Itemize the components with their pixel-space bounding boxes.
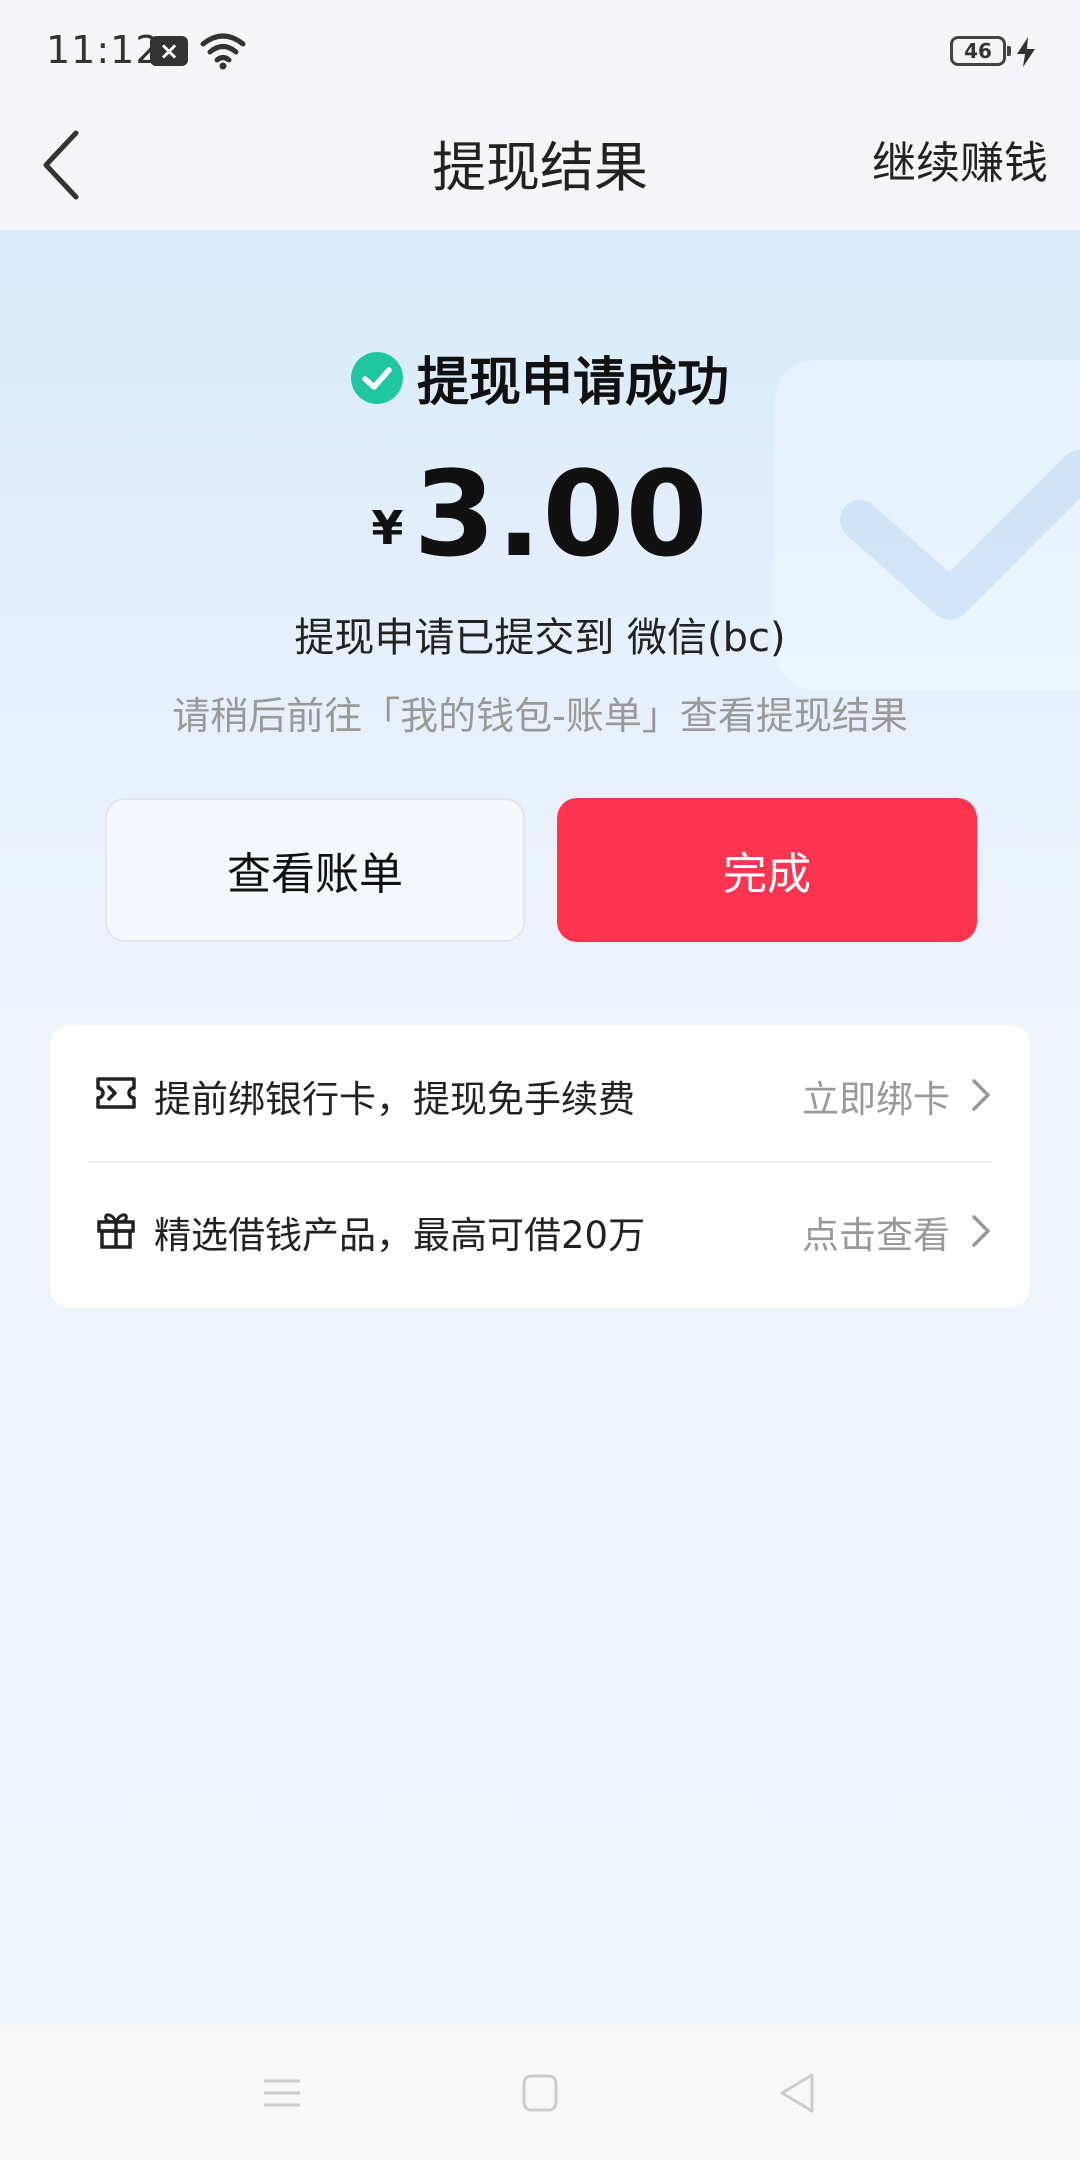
system-nav-bar — [0, 2025, 1080, 2160]
bind-card-action[interactable]: 立即绑卡 — [802, 1069, 950, 1123]
success-status: 提现申请成功 — [0, 340, 1080, 415]
submitted-text: 提现申请已提交到 微信(bc) — [294, 615, 786, 661]
hint-text: 请稍后前往「我的钱包-账单」查看提现结果 — [172, 694, 908, 738]
promo-card: 提前绑银行卡，提现免手续费 立即绑卡 精选借钱产品，最高可借20万 点击查看 — [50, 1025, 1030, 1308]
view-bill-button[interactable]: 查看账单 — [105, 798, 525, 942]
bind-card-text: 提前绑银行卡，提现免手续费 — [154, 1078, 635, 1121]
done-button[interactable]: 完成 — [557, 798, 977, 942]
withdraw-amount: ¥ 3.00 — [0, 455, 1080, 573]
check-circle-icon — [350, 351, 403, 404]
bind-card-row[interactable]: 提前绑银行卡，提现免手续费 立即绑卡 — [50, 1025, 1030, 1161]
chevron-right-icon — [972, 1079, 990, 1111]
charging-bolt-icon — [1017, 37, 1035, 67]
home-square-icon[interactable] — [510, 2065, 570, 2121]
status-bar: 11:12 × 46 — [0, 0, 1080, 105]
battery-icon: 46 — [950, 36, 1011, 66]
success-text: 提现申请成功 — [416, 353, 729, 413]
loan-products-row[interactable]: 精选借钱产品，最高可借20万 点击查看 — [50, 1161, 1030, 1297]
amount-value: 3.00 — [413, 445, 709, 583]
menu-icon[interactable] — [252, 2065, 312, 2121]
currency-symbol: ¥ — [371, 501, 404, 555]
main-content: 提现申请成功 ¥ 3.00 提现申请已提交到 微信(bc) 请稍后前往「我的钱包… — [0, 230, 1080, 2025]
notification-x-icon: × — [150, 36, 188, 66]
nav-bar: 提现结果 继续赚钱 — [0, 105, 1080, 230]
keep-earning-button[interactable]: 继续赚钱 — [872, 127, 1048, 191]
withdraw-result-page: 11:12 × 46 提现结果 继续赚钱 提现申请成功 ¥ 3.00 提现申请已… — [0, 0, 1080, 2160]
ticket-icon — [96, 1077, 136, 1109]
back-triangle-icon[interactable] — [768, 2065, 828, 2121]
chevron-right-icon — [972, 1215, 990, 1247]
gift-icon — [97, 1213, 135, 1249]
wifi-icon — [200, 33, 246, 70]
loan-products-text: 精选借钱产品，最高可借20万 — [154, 1214, 646, 1257]
loan-products-action[interactable]: 点击查看 — [802, 1205, 950, 1259]
status-time: 11:12 — [46, 28, 161, 72]
